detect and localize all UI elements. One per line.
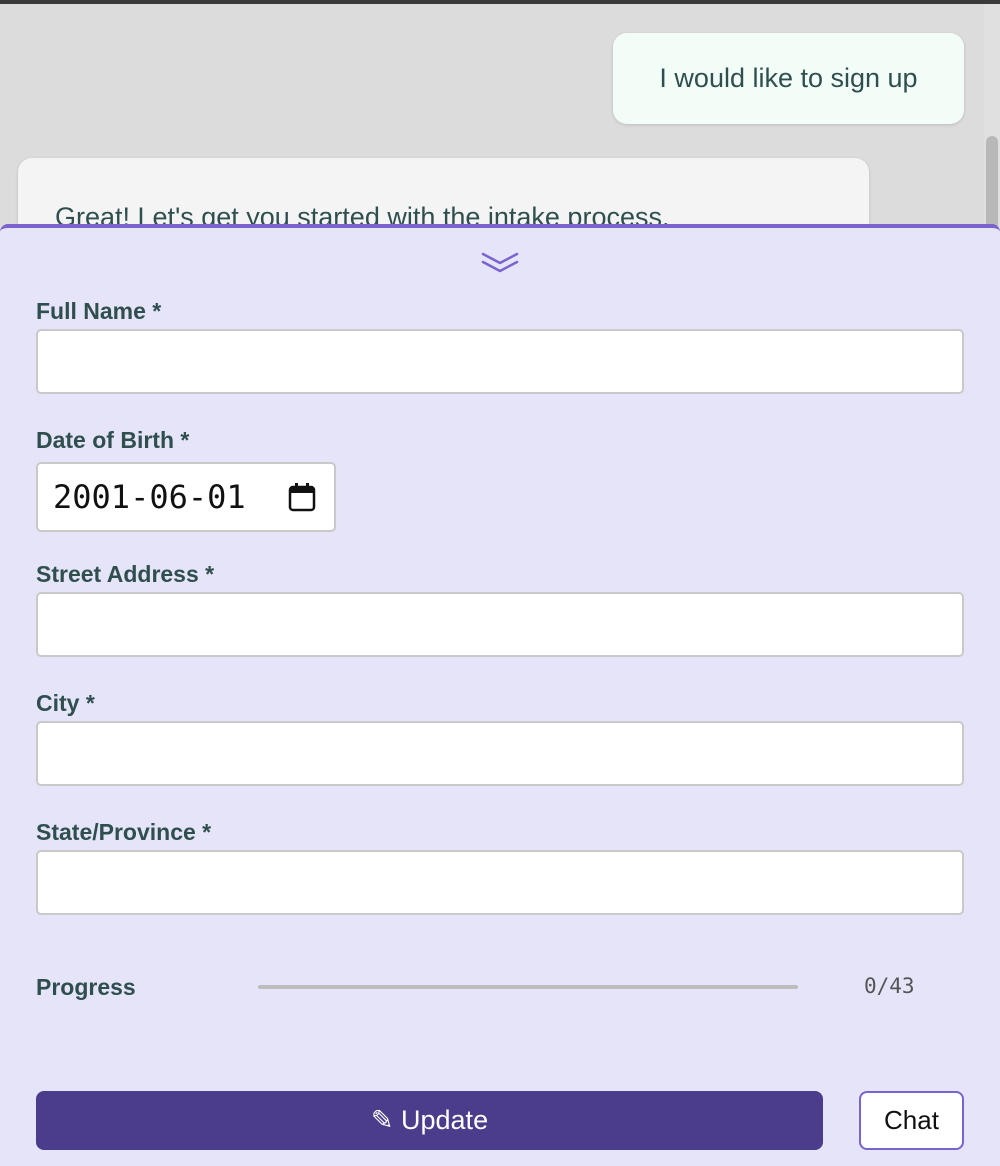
double-chevron-down-icon bbox=[481, 252, 519, 273]
full-name-input[interactable] bbox=[36, 329, 964, 394]
full-name-label: Full Name * bbox=[36, 298, 162, 324]
city-label: City * bbox=[36, 690, 95, 716]
street-address-input[interactable] bbox=[36, 592, 964, 657]
chat-scrollbar-thumb[interactable] bbox=[986, 136, 998, 236]
street-address-label: Street Address * bbox=[36, 561, 215, 587]
state-province-label: State/Province * bbox=[36, 819, 212, 845]
intake-form-panel: Full Name * Date of Birth * 2001-06-01 S… bbox=[0, 224, 1000, 1166]
date-of-birth-value: 2001-06-01 bbox=[53, 478, 246, 516]
date-of-birth-label: Date of Birth * bbox=[36, 427, 190, 453]
progress-bar bbox=[258, 985, 798, 989]
user-message: I would like to sign up bbox=[613, 33, 964, 124]
state-province-input[interactable] bbox=[36, 850, 964, 915]
city-input[interactable] bbox=[36, 721, 964, 786]
chat-button[interactable]: Chat bbox=[859, 1091, 964, 1150]
progress-count: 0/43 bbox=[864, 974, 915, 998]
collapse-form-button[interactable] bbox=[480, 250, 520, 276]
progress-label: Progress bbox=[36, 974, 136, 1000]
calendar-icon[interactable] bbox=[288, 482, 316, 512]
update-button[interactable]: ✎ Update bbox=[36, 1091, 823, 1150]
date-of-birth-input[interactable]: 2001-06-01 bbox=[36, 462, 336, 532]
